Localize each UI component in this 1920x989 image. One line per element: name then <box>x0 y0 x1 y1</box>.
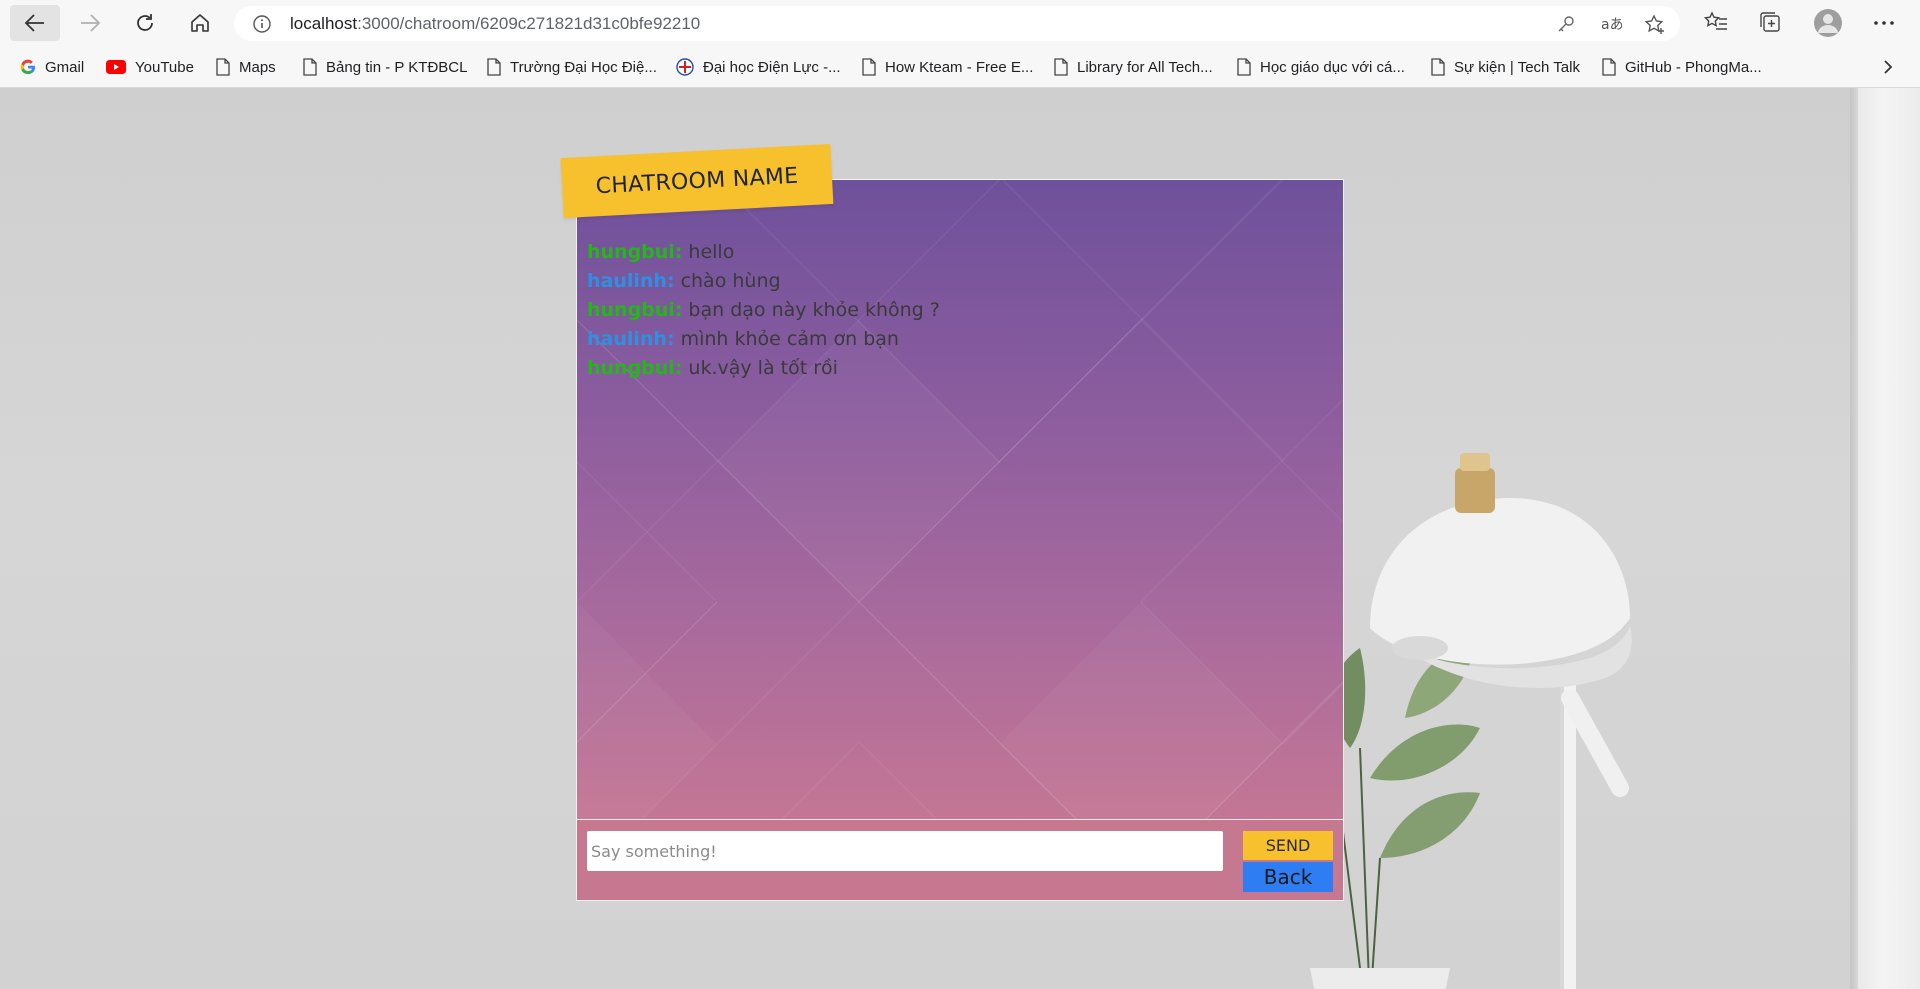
page-background: hungbui: hello haulinh: chào hùng hungbui:… <box>0 88 1920 989</box>
bookmark-su-kien[interactable]: Sự kiện | Tech Talk <box>1431 54 1580 80</box>
bookmark-library[interactable]: Library for All Tech... <box>1054 54 1213 80</box>
message-username: haulinh: <box>587 328 675 350</box>
translate-icon[interactable]: aあ <box>1600 14 1624 38</box>
bookmark-github[interactable]: GitHub - PhongMa... <box>1602 54 1762 80</box>
url-text[interactable]: localhost:3000/chatroom/6209c271821d31c0… <box>290 14 700 34</box>
message-item: haulinh: mình khỏe cảm ơn bạn <box>587 325 1327 354</box>
bookmark-hoc-giao-duc[interactable]: Học giáo dục với cá... <box>1237 54 1405 80</box>
message-input[interactable] <box>587 831 1223 871</box>
bookmark-label: Học giáo dục với cá... <box>1260 58 1405 76</box>
bookmark-truong-dai-hoc[interactable]: Trường Đại Học Điệ... <box>487 54 657 80</box>
refresh-button[interactable] <box>120 5 170 41</box>
page-icon <box>1237 58 1251 76</box>
bookmark-bang-tin[interactable]: Bảng tin - P KTĐBCL <box>303 54 467 80</box>
back-to-rooms-button[interactable]: Back <box>1243 862 1333 892</box>
message-item: hungbui: uk.vậy là tốt rồi <box>587 354 1327 383</box>
collections-icon[interactable] <box>1758 10 1782 38</box>
profile-avatar-icon[interactable] <box>1813 8 1843 42</box>
forward-button[interactable] <box>65 5 115 41</box>
url-host: localhost <box>290 14 358 33</box>
chatroom-title: CHATROOM NAME <box>595 163 799 199</box>
page-icon <box>862 58 876 76</box>
message-item: hungbui: hello <box>587 238 1327 267</box>
arrow-left-icon <box>24 14 44 32</box>
bookmark-gmail[interactable]: Gmail <box>20 54 84 80</box>
svg-text:aあ: aあ <box>1601 17 1622 33</box>
bookmark-label: Gmail <box>45 58 85 76</box>
favorites-icon[interactable] <box>1703 10 1728 38</box>
message-text: hello <box>688 241 735 263</box>
wall-edge <box>1858 88 1920 989</box>
message-username: haulinh: <box>587 270 675 292</box>
back-button[interactable] <box>10 5 60 41</box>
message-composer: SEND Back <box>577 819 1343 900</box>
message-list: hungbui: hello haulinh: chào hùng hungbui:… <box>587 238 1327 383</box>
message-username: hungbui: <box>587 299 683 321</box>
send-button[interactable]: SEND <box>1243 831 1333 860</box>
bookmark-label: Library for All Tech... <box>1077 58 1213 76</box>
bookmark-maps[interactable]: Maps <box>216 54 276 80</box>
bookmark-label: YouTube <box>135 58 194 76</box>
info-icon[interactable] <box>252 14 272 38</box>
university-logo-icon <box>676 58 694 76</box>
page-icon <box>1602 58 1616 76</box>
url-path: :3000/chatroom/6209c271821d31c0bfe92210 <box>357 14 701 33</box>
bookmark-label: Bảng tin - P KTĐBCL <box>326 58 468 76</box>
bookmarks-bar: Gmail YouTube Maps Bảng tin - P KTĐBCL T… <box>0 46 1920 88</box>
bookmark-label: How Kteam - Free E... <box>885 58 1034 76</box>
bookmark-youtube[interactable]: YouTube <box>106 54 194 80</box>
page-icon <box>303 58 317 76</box>
page-icon <box>216 58 230 76</box>
bookmark-label: Đại học Điện Lực -... <box>703 58 841 76</box>
refresh-icon <box>137 14 153 31</box>
chevron-right-icon[interactable] <box>1880 59 1896 79</box>
arrow-right-icon <box>81 14 101 32</box>
message-username: hungbui: <box>587 357 683 379</box>
bookmark-how-kteam[interactable]: How Kteam - Free E... <box>862 54 1033 80</box>
address-bar[interactable]: localhost:3000/chatroom/6209c271821d31c0… <box>234 6 1680 41</box>
message-text: bạn dạo này khỏe không ? <box>688 299 940 321</box>
message-text: uk.vậy là tốt rồi <box>688 357 838 379</box>
message-text: chào hùng <box>680 270 781 292</box>
more-options-icon[interactable] <box>1872 12 1896 40</box>
message-item: haulinh: chào hùng <box>587 267 1327 296</box>
bookmark-label: Maps <box>239 58 276 76</box>
home-button[interactable] <box>175 5 225 41</box>
google-icon <box>20 59 36 75</box>
home-icon <box>191 14 209 32</box>
message-text: mình khỏe cảm ơn bạn <box>680 328 899 350</box>
page-icon <box>487 58 501 76</box>
add-favorite-icon[interactable] <box>1644 14 1666 40</box>
bookmark-dai-hoc-dien-luc[interactable]: Đại học Điện Lực -... <box>676 54 841 80</box>
page-icon <box>1431 58 1445 76</box>
page-icon <box>1054 58 1068 76</box>
bookmark-label: GitHub - PhongMa... <box>1625 58 1762 76</box>
key-icon[interactable] <box>1556 14 1576 38</box>
bookmark-label: Sự kiện | Tech Talk <box>1454 58 1580 76</box>
bookmark-label: Trường Đại Học Điệ... <box>510 58 657 76</box>
message-username: hungbui: <box>587 241 683 263</box>
chatroom-panel: hungbui: hello haulinh: chào hùng hungbui:… <box>576 179 1344 901</box>
youtube-icon <box>106 60 126 74</box>
browser-toolbar: localhost:3000/chatroom/6209c271821d31c0… <box>0 0 1920 46</box>
message-item: hungbui: bạn dạo này khỏe không ? <box>587 296 1327 325</box>
